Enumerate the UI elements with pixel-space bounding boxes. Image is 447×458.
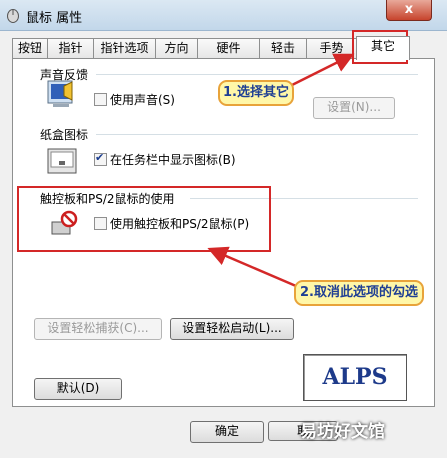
easy-capture-button[interactable]: 设置轻松捕获(C)... bbox=[34, 318, 162, 340]
speaker-icon bbox=[47, 80, 73, 107]
use-sound-checkbox[interactable] bbox=[94, 93, 107, 106]
ok-button[interactable]: 确定 bbox=[190, 421, 264, 443]
callout-uncheck-option: 2.取消此选项的勾选 bbox=[294, 280, 424, 306]
tab-gestures[interactable]: 手势 bbox=[306, 38, 357, 59]
show-tray-icon-label: 在任务栏中显示图标(B) bbox=[110, 153, 236, 167]
sound-settings-button[interactable]: 设置(N)... bbox=[313, 97, 395, 119]
easy-launch-button[interactable]: 设置轻松启动(L)... bbox=[170, 318, 294, 340]
tab-other[interactable]: 其它 bbox=[356, 36, 410, 60]
highlight-touchpad-section bbox=[17, 186, 271, 252]
use-sound-label: 使用声音(S) bbox=[110, 93, 175, 107]
tray-icon bbox=[47, 148, 77, 174]
alps-logo: ALPS bbox=[303, 354, 407, 401]
tab-tap[interactable]: 轻击 bbox=[259, 38, 307, 59]
tab-direction[interactable]: 方向 bbox=[155, 38, 198, 59]
show-tray-icon-checkbox[interactable] bbox=[94, 151, 107, 166]
tab-pointer-options[interactable]: 指针选项 bbox=[93, 38, 156, 59]
section-divider bbox=[96, 74, 418, 75]
tab-strip: 按钮 指针 指针选项 方向 硬件 轻击 手势 其它 bbox=[12, 36, 432, 60]
tab-hardware[interactable]: 硬件 bbox=[197, 38, 260, 59]
window-title: 鼠标 属性 bbox=[26, 11, 83, 26]
alps-logo-text: ALPS bbox=[322, 364, 388, 390]
section-divider bbox=[96, 134, 418, 135]
close-button[interactable]: x bbox=[386, 0, 432, 21]
mouse-properties-window: 鼠标 属性 x 按钮 指针 指针选项 方向 硬件 轻击 手势 其它 声音反馈 使… bbox=[0, 0, 447, 458]
tab-buttons[interactable]: 按钮 bbox=[12, 38, 48, 59]
mouse-icon bbox=[7, 9, 19, 23]
default-button[interactable]: 默认(D) bbox=[34, 378, 122, 400]
title-bar: 鼠标 属性 x bbox=[0, 0, 447, 31]
tab-pointers[interactable]: 指针 bbox=[47, 38, 94, 59]
callout-select-other: 1.选择其它 bbox=[218, 80, 294, 106]
tray-section-title: 纸盒图标 bbox=[40, 128, 89, 142]
watermark-text: 易坊好文馆 bbox=[300, 422, 385, 442]
